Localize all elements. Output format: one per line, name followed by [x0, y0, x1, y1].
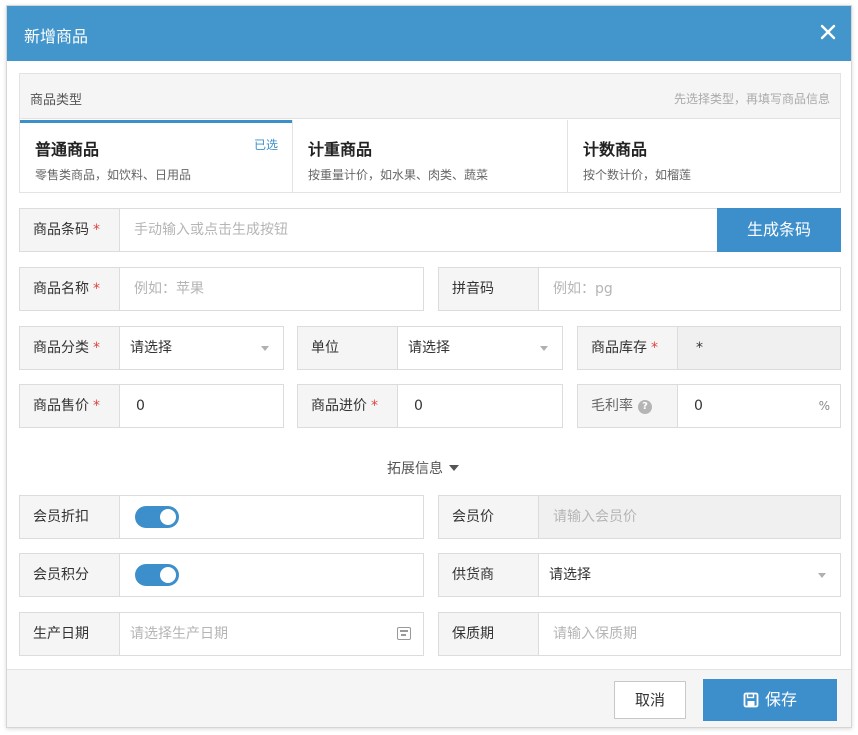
- add-product-dialog: 新增商品 商品类型 先选择类型，再填写商品信息 普通商品 已选 零售类商品，如饮…: [6, 5, 852, 728]
- product-name-label: 商品名称 *: [20, 268, 120, 310]
- required-mark: *: [93, 222, 100, 238]
- type-name: 计重商品: [308, 140, 373, 159]
- production-date-label: 生产日期: [20, 613, 120, 655]
- supplier-select[interactable]: 请选择: [539, 554, 840, 596]
- category-select[interactable]: 请选择: [120, 327, 283, 369]
- selected-badge: 已选: [253, 138, 278, 152]
- save-button[interactable]: 保存: [703, 679, 837, 721]
- cost-input[interactable]: 0: [398, 385, 562, 427]
- barcode-label: 商品条码 *: [20, 209, 120, 251]
- toggle-knob: [160, 567, 176, 583]
- extension-toggle[interactable]: 拓展信息: [387, 458, 459, 478]
- extension-toggle-label: 拓展信息: [387, 461, 443, 477]
- type-desc: 按个数计价，如榴莲: [583, 168, 692, 182]
- chevron-down-icon: [540, 346, 548, 351]
- chevron-down-icon: [261, 346, 269, 351]
- barcode-field: 商品条码 * 手动输入或点击生成按钮: [19, 208, 718, 252]
- price-field: 商品售价 * 0: [19, 384, 284, 428]
- margin-field: 毛利率? 0 %: [577, 384, 841, 428]
- member-discount-field: 会员折扣: [19, 495, 424, 539]
- pinyin-input[interactable]: 例如：pg: [539, 268, 840, 310]
- toggle-knob: [160, 509, 176, 525]
- product-name-field: 商品名称 * 例如：苹果: [19, 267, 424, 311]
- price-input[interactable]: 0: [120, 385, 283, 427]
- close-icon[interactable]: [815, 19, 841, 45]
- production-date-field: 生产日期 请选择生产日期: [19, 612, 424, 656]
- production-date-input[interactable]: 请选择生产日期: [120, 613, 423, 655]
- stock-label: 商品库存 *: [578, 327, 678, 369]
- stock-field: 商品库存 * *: [577, 326, 841, 370]
- member-discount-label: 会员折扣: [20, 496, 120, 538]
- category-label: 商品分类 *: [20, 327, 120, 369]
- member-price-input[interactable]: 请输入会员价: [539, 496, 840, 538]
- shelf-life-input[interactable]: 请输入保质期: [539, 613, 840, 655]
- required-mark: *: [93, 398, 100, 414]
- category-field: 商品分类 * 请选择: [19, 326, 284, 370]
- member-points-toggle[interactable]: [135, 564, 179, 586]
- product-name-input[interactable]: 例如：苹果: [120, 268, 423, 310]
- dialog-titlebar: 新增商品: [7, 6, 851, 61]
- type-desc: 零售类商品，如饮料、日用品: [35, 168, 192, 182]
- margin-label: 毛利率?: [578, 385, 678, 427]
- required-mark: *: [93, 281, 100, 297]
- barcode-input[interactable]: 手动输入或点击生成按钮: [120, 209, 717, 251]
- type-desc: 按重量计价，如水果、肉类、蔬菜: [308, 168, 489, 182]
- supplier-label: 供货商: [439, 554, 539, 596]
- required-mark: *: [371, 398, 378, 414]
- member-price-field: 会员价 请输入会员价: [438, 495, 841, 539]
- type-card-weighted[interactable]: 计重商品 按重量计价，如水果、肉类、蔬菜: [293, 120, 566, 193]
- shelf-life-field: 保质期 请输入保质期: [438, 612, 841, 656]
- cost-field: 商品进价 * 0: [297, 384, 563, 428]
- dialog-footer: 取消 保存: [7, 669, 851, 727]
- question-icon[interactable]: ?: [638, 400, 652, 414]
- margin-input[interactable]: 0: [678, 385, 840, 427]
- required-mark: *: [93, 340, 100, 356]
- member-price-label: 会员价: [439, 496, 539, 538]
- type-card-normal[interactable]: 普通商品 已选 零售类商品，如饮料、日用品: [20, 120, 292, 193]
- chevron-down-icon: [818, 573, 826, 578]
- product-type-panel: 商品类型 先选择类型，再填写商品信息 普通商品 已选 零售类商品，如饮料、日用品…: [19, 73, 841, 193]
- member-discount-toggle[interactable]: [135, 506, 179, 528]
- cost-label: 商品进价 *: [298, 385, 398, 427]
- pinyin-label: 拼音码: [439, 268, 539, 310]
- generate-barcode-button[interactable]: 生成条码: [717, 208, 841, 252]
- cancel-button[interactable]: 取消: [614, 681, 686, 719]
- price-label: 商品售价 *: [20, 385, 120, 427]
- type-card-counted[interactable]: 计数商品 按个数计价，如榴莲: [568, 120, 840, 193]
- type-name: 计数商品: [583, 140, 648, 159]
- calendar-icon[interactable]: [397, 627, 411, 640]
- required-mark: *: [651, 340, 658, 356]
- type-name: 普通商品: [35, 140, 100, 159]
- supplier-field: 供货商 请选择: [438, 553, 841, 597]
- percent-unit: %: [818, 399, 830, 413]
- dialog-title: 新增商品: [24, 27, 89, 46]
- save-label: 保存: [764, 690, 797, 709]
- product-type-header: 商品类型 先选择类型，再填写商品信息: [20, 74, 840, 119]
- caret-down-icon: [449, 465, 459, 471]
- shelf-life-label: 保质期: [439, 613, 539, 655]
- member-points-field: 会员积分: [19, 553, 424, 597]
- member-points-label: 会员积分: [20, 554, 120, 596]
- product-type-label: 商品类型: [30, 93, 83, 108]
- product-type-hint: 先选择类型，再填写商品信息: [673, 92, 830, 106]
- stock-input[interactable]: *: [678, 327, 840, 369]
- unit-select[interactable]: 请选择: [398, 327, 562, 369]
- save-icon: [743, 692, 759, 708]
- unit-label: 单位: [298, 327, 398, 369]
- pinyin-field: 拼音码 例如：pg: [438, 267, 841, 311]
- unit-field: 单位 请选择: [297, 326, 563, 370]
